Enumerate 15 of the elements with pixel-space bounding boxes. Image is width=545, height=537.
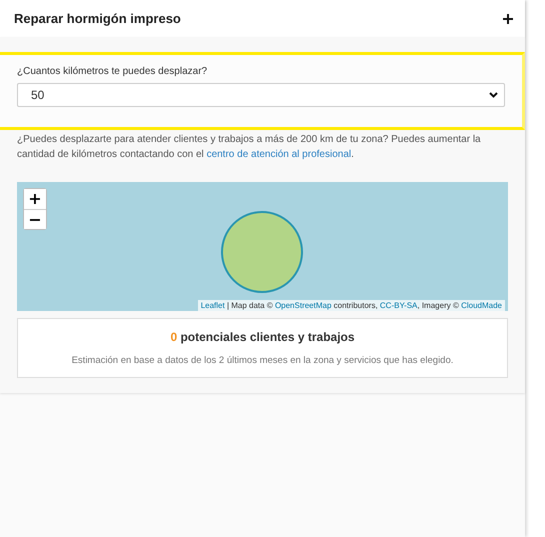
- info-text: ¿Puedes desplazarte para atender clientes y trabajos a más de 200 km de tu zona? Puedes aumentar la cantidad de kilómetros contactando con el centro de atención al profesional.: [17, 133, 482, 162]
- chevron-down-icon: [489, 92, 498, 98]
- result-heading: 0 potenciales clientes y trabajos: [170, 330, 355, 344]
- result-note: Estimación en base a datos de los 2 últimos meses en la zona y servicios que has elegido.: [72, 355, 454, 366]
- attribution-link[interactable]: OpenStreetMap: [274, 301, 332, 310]
- distance-select[interactable]: 50: [17, 83, 505, 107]
- attribution-link[interactable]: Leaflet: [200, 301, 225, 310]
- map-attribution: Leaflet | Map data © OpenStreetMap contributors, CC-BY-SA, Imagery © CloudMade: [198, 300, 505, 311]
- attribution-link[interactable]: CC-BY-SA: [380, 301, 418, 310]
- distance-label: ¿Cuantos kilómetros te puedes desplazar?: [17, 66, 208, 77]
- plus-icon[interactable]: [503, 14, 513, 24]
- support-link[interactable]: centro de atención al profesional: [206, 149, 352, 160]
- page-title: Reparar hormigón impreso: [14, 11, 181, 26]
- zoom-out-button[interactable]: −: [24, 209, 46, 229]
- attribution-link[interactable]: CloudMade: [461, 301, 502, 310]
